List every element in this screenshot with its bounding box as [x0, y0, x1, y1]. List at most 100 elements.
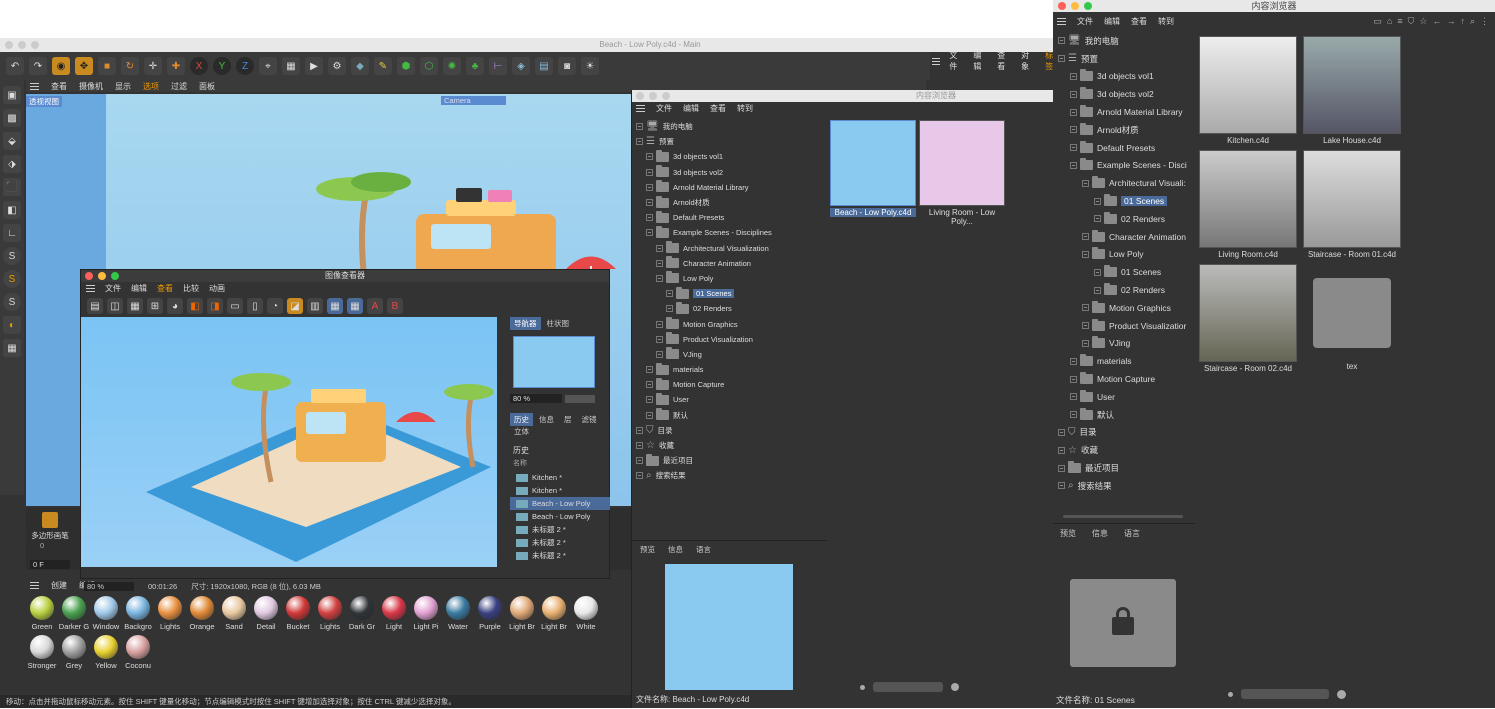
cbr-tree-scrollbar[interactable]	[1063, 515, 1183, 518]
tree-item[interactable]: ☰ 预置	[1058, 50, 1196, 68]
snap3-icon[interactable]: S	[3, 293, 21, 311]
tree-item[interactable]: 3d objects vol1	[636, 149, 826, 164]
cbr-menu-view[interactable]: 查看	[1131, 16, 1147, 27]
expand-icon[interactable]	[1094, 286, 1101, 294]
coordinate-icon[interactable]: ⌖	[259, 57, 277, 75]
cbm-menu-icon[interactable]	[636, 104, 645, 112]
tree-item[interactable]: 01 Scenes	[1058, 263, 1196, 281]
cbr-zoom-button[interactable]	[1084, 2, 1092, 10]
expand-icon[interactable]	[1082, 179, 1089, 187]
uv-mode-icon[interactable]: ◧	[3, 201, 21, 219]
material-item[interactable]: Darker G	[58, 596, 90, 631]
expand-icon[interactable]	[646, 229, 653, 237]
fit-icon[interactable]: ⊞	[147, 298, 163, 314]
cbr-thumb-item[interactable]: Lake House.c4d	[1303, 36, 1401, 145]
grid-icon[interactable]: ▦	[3, 339, 21, 357]
cbr-tab-info[interactable]: 信息	[1088, 527, 1112, 540]
cbr-thumb-item[interactable]: Kitchen.c4d	[1199, 36, 1297, 145]
viewport-menu-filter[interactable]: 过滤	[171, 81, 187, 92]
tree-item[interactable]: User	[1058, 388, 1196, 406]
cbm-close-button[interactable]	[636, 92, 644, 100]
tab-histogram[interactable]: 柱状图	[543, 317, 574, 330]
tree-item[interactable]: Motion Capture	[636, 377, 826, 392]
tree-item[interactable]: User	[636, 392, 826, 407]
cbr-tab-language[interactable]: 语言	[1120, 527, 1144, 540]
tree-item[interactable]: Low Poly	[636, 271, 826, 286]
expand-icon[interactable]	[1094, 197, 1101, 205]
star-icon[interactable]: ☆	[1419, 16, 1427, 27]
object-menu-object[interactable]: 对象	[1021, 50, 1036, 72]
iv-menu-animation[interactable]: 动画	[209, 283, 225, 294]
cbr-menu-goto[interactable]: 转到	[1158, 16, 1174, 27]
tree-item[interactable]: 最近项目	[1058, 459, 1196, 477]
tree-item[interactable]: ☆ 收藏	[636, 438, 826, 453]
material-item[interactable]: Grey	[58, 635, 90, 670]
tab-info[interactable]: 信息	[535, 413, 558, 426]
pen-icon[interactable]: ✎	[374, 57, 392, 75]
expand-icon[interactable]	[1070, 108, 1077, 116]
cbr-thumb-item[interactable]: tex	[1303, 264, 1401, 371]
material-item[interactable]: Orange	[186, 596, 218, 631]
tree-item[interactable]: Default Presets	[1058, 139, 1196, 157]
x-axis-icon[interactable]: X	[190, 57, 208, 75]
expand-icon[interactable]	[1070, 357, 1077, 365]
expand-icon[interactable]	[656, 335, 663, 343]
tab-layer[interactable]: 层	[560, 413, 576, 426]
expand-icon[interactable]	[656, 259, 663, 267]
search-icon[interactable]: ⌕	[1470, 16, 1475, 27]
cbm-thumb-living[interactable]: Living Room - Low Poly...	[919, 120, 1005, 226]
material-item[interactable]: Detail	[250, 596, 282, 631]
iv-menu-edit[interactable]: 编辑	[131, 283, 147, 294]
tab-history[interactable]: 历史	[510, 413, 533, 426]
viewport-menu-display[interactable]: 显示	[115, 81, 131, 92]
axis-mode-icon[interactable]: ∟	[3, 224, 21, 242]
snap2-icon[interactable]: S	[3, 270, 21, 288]
move-icon[interactable]: ✥	[75, 57, 93, 75]
a-icon[interactable]: A	[367, 298, 383, 314]
material-item[interactable]: Water	[442, 596, 474, 631]
camera-icon[interactable]: ◙	[558, 57, 576, 75]
expand-icon[interactable]	[646, 183, 653, 191]
open-icon[interactable]: ▤	[87, 298, 103, 314]
tree-item[interactable]: materials	[636, 362, 826, 377]
home-icon[interactable]: ⌂	[1387, 16, 1392, 27]
filter-settings-icon[interactable]: ≡	[1397, 16, 1402, 27]
tree-item[interactable]: ⌕ 搜索结果	[1058, 477, 1196, 495]
material-item[interactable]: Light Pi	[410, 596, 442, 631]
material-item[interactable]: Light	[378, 596, 410, 631]
expand-icon[interactable]	[656, 320, 663, 328]
channel-icon[interactable]: ◔	[267, 298, 283, 314]
tree-item[interactable]: materials	[1058, 352, 1196, 370]
tree-item[interactable]: Motion Graphics	[1058, 299, 1196, 317]
render-icon[interactable]: ◪	[287, 298, 303, 314]
rotate-icon[interactable]: ↻	[121, 57, 139, 75]
material-item[interactable]: Purple	[474, 596, 506, 631]
tree-item[interactable]: 02 Renders	[1058, 281, 1196, 299]
color-picker-icon[interactable]: ◕	[167, 298, 183, 314]
cbm-menu-file[interactable]: 文件	[656, 103, 672, 114]
catalog-icon[interactable]: ⛉	[1408, 16, 1415, 27]
expand-icon[interactable]	[1082, 339, 1089, 347]
cbm-menu-edit[interactable]: 编辑	[683, 103, 699, 114]
history-item[interactable]: 未标题 2 *	[510, 549, 610, 562]
redo-icon[interactable]: ↷	[29, 57, 47, 75]
tree-item[interactable]: Architectural Visualization	[636, 241, 826, 256]
tree-item[interactable]: 默认	[636, 408, 826, 423]
expand-icon[interactable]	[646, 214, 653, 222]
cbm-menu-goto[interactable]: 转到	[737, 103, 753, 114]
cbm-thumb-beach[interactable]: Beach - Low Poly.c4d	[830, 120, 916, 217]
cbr-thumb-item[interactable]: Staircase - Room 01.c4d	[1303, 150, 1401, 259]
tag-icon[interactable]: ◈	[512, 57, 530, 75]
tree-item[interactable]: Default Presets	[636, 210, 826, 225]
tree-item[interactable]: 最近项目	[636, 453, 826, 468]
single-view-icon[interactable]: ▭	[227, 298, 243, 314]
layer-icon[interactable]: ▦	[347, 298, 363, 314]
tree-item[interactable]: 01 Scenes	[1058, 192, 1196, 210]
material-item[interactable]: Light Br	[506, 596, 538, 631]
tree-item[interactable]: Product Visualizatior	[1058, 317, 1196, 335]
object-menu-icon[interactable]	[932, 57, 941, 65]
material-item[interactable]: Dark Gr	[346, 596, 378, 631]
region-icon[interactable]: ▦	[127, 298, 143, 314]
material-item[interactable]: Yellow	[90, 635, 122, 670]
expand-icon[interactable]	[636, 123, 643, 131]
